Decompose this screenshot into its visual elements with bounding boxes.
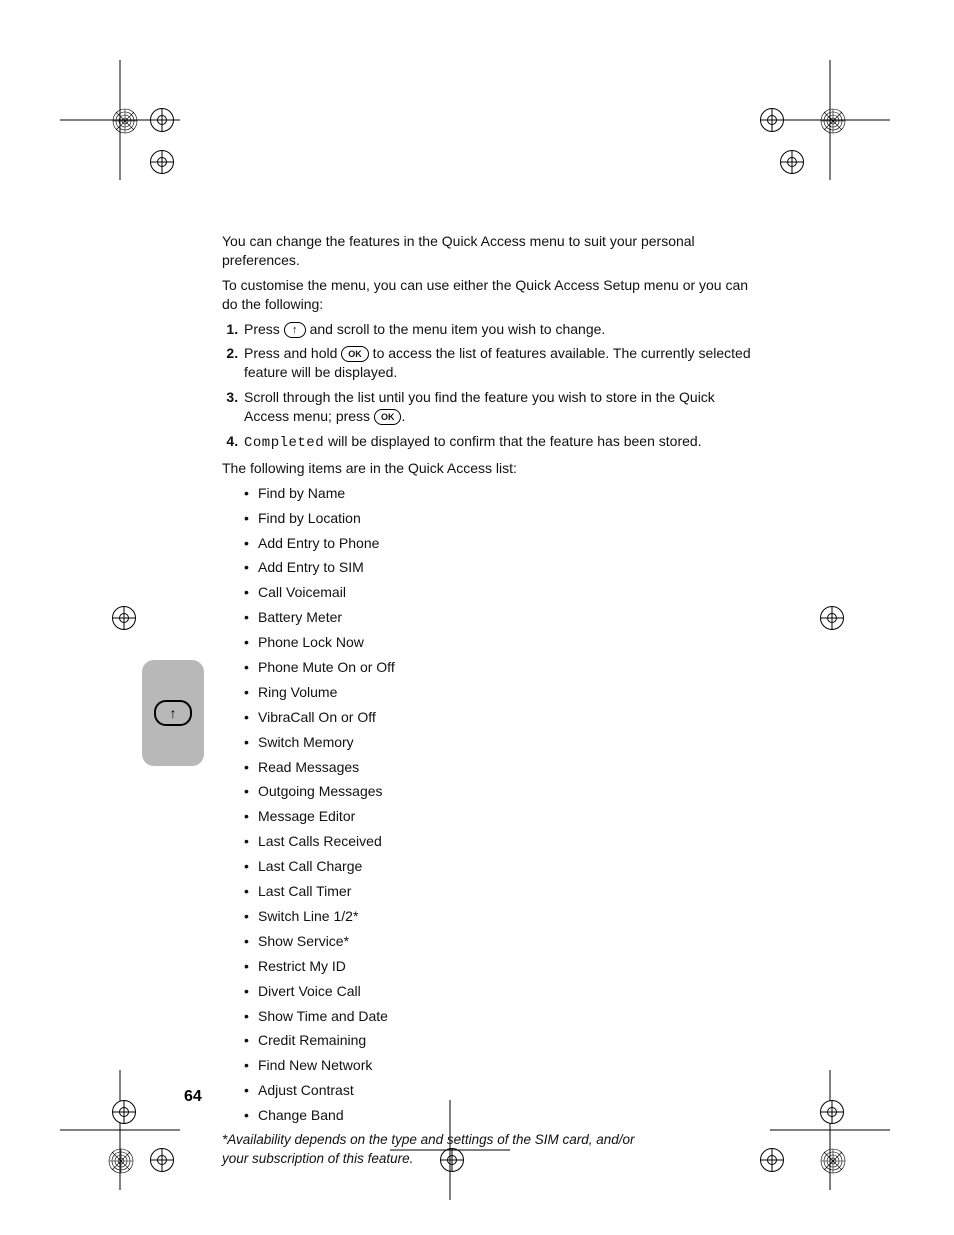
spiral-icon <box>108 1148 134 1174</box>
step-text: Press and hold <box>244 345 341 361</box>
registration-mark-icon <box>760 1148 784 1172</box>
body-text: You can change the features in the Quick… <box>222 232 752 1175</box>
spiral-icon <box>820 108 846 134</box>
step-text: will be displayed to confirm that the fe… <box>324 433 701 449</box>
list-item: Find by Name <box>244 484 752 503</box>
step-4: Completed will be displayed to confirm t… <box>242 432 752 453</box>
list-item: Add Entry to Phone <box>244 534 752 553</box>
page-number: 64 <box>184 1088 202 1106</box>
feature-list: Find by Name Find by Location Add Entry to… <box>222 484 752 1125</box>
list-item: Message Editor <box>244 807 752 826</box>
ok-key-icon: OK <box>341 346 369 362</box>
spiral-icon <box>112 108 138 134</box>
list-item: VibraCall On or Off <box>244 708 752 727</box>
registration-mark-icon <box>150 1148 174 1172</box>
list-item: Last Call Charge <box>244 857 752 876</box>
list-item: Credit Remaining <box>244 1031 752 1050</box>
list-item: Read Messages <box>244 758 752 777</box>
registration-mark-icon <box>820 606 844 630</box>
registration-mark-icon <box>760 108 784 132</box>
list-item: Call Voicemail <box>244 583 752 602</box>
intro-paragraph: You can change the features in the Quick… <box>222 232 752 270</box>
page: ↑ You can change the features in the Qui… <box>0 0 954 1235</box>
list-item: Last Calls Received <box>244 832 752 851</box>
list-item: Phone Lock Now <box>244 633 752 652</box>
step-text: and scroll to the menu item you wish to … <box>306 321 606 337</box>
list-item: Switch Line 1/2* <box>244 907 752 926</box>
list-item: Phone Mute On or Off <box>244 658 752 677</box>
up-key-icon <box>284 322 306 338</box>
list-item: Ring Volume <box>244 683 752 702</box>
list-item: Adjust Contrast <box>244 1081 752 1100</box>
registration-mark-icon <box>112 606 136 630</box>
list-item: Add Entry to SIM <box>244 558 752 577</box>
list-item: Show Time and Date <box>244 1007 752 1026</box>
list-item: Change Band <box>244 1106 752 1125</box>
list-item: Last Call Timer <box>244 882 752 901</box>
instruction-steps: Press and scroll to the menu item you wi… <box>222 320 752 453</box>
list-item: Outgoing Messages <box>244 782 752 801</box>
spiral-icon <box>820 1148 846 1174</box>
step-3: Scroll through the list until you find t… <box>242 388 752 426</box>
registration-mark-icon <box>150 108 174 132</box>
ok-key-icon: OK <box>374 409 402 425</box>
intro-paragraph: To customise the menu, you can use eithe… <box>222 276 752 314</box>
up-arrow-icon: ↑ <box>154 700 192 726</box>
list-item: Show Service* <box>244 932 752 951</box>
registration-mark-icon <box>780 150 804 174</box>
registration-mark-icon <box>112 1100 136 1124</box>
step-1: Press and scroll to the menu item you wi… <box>242 320 752 339</box>
list-item: Find by Location <box>244 509 752 528</box>
section-tab: ↑ <box>142 660 204 766</box>
list-item: Switch Memory <box>244 733 752 752</box>
registration-mark-icon <box>820 1100 844 1124</box>
footnote: *Availability depends on the type and se… <box>222 1131 652 1169</box>
list-item: Find New Network <box>244 1056 752 1075</box>
list-item: Restrict My ID <box>244 957 752 976</box>
step-text: . <box>401 408 405 424</box>
list-intro: The following items are in the Quick Acc… <box>222 459 752 478</box>
step-2: Press and hold OK to access the list of … <box>242 344 752 382</box>
list-item: Divert Voice Call <box>244 982 752 1001</box>
step-text: Scroll through the list until you find t… <box>244 389 715 424</box>
step-text: Press <box>244 321 284 337</box>
list-item: Battery Meter <box>244 608 752 627</box>
registration-mark-icon <box>150 150 174 174</box>
step-mono-text: Completed <box>244 435 324 451</box>
